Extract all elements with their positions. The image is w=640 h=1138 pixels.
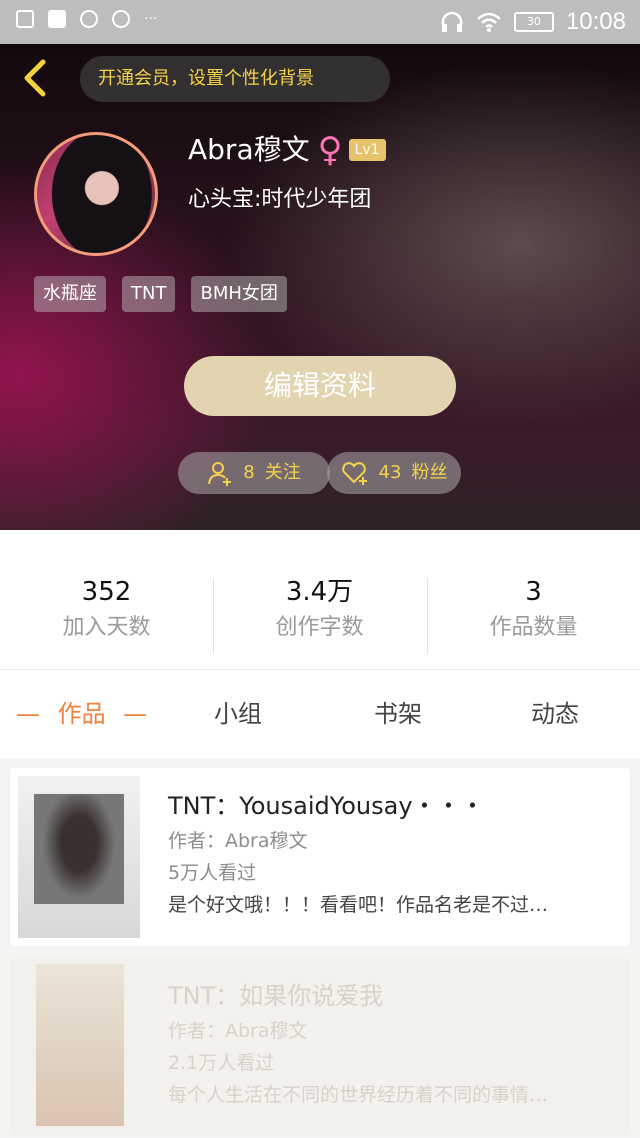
clock: 10:08	[565, 8, 626, 35]
book-desc: 每个人生活在不同的世界经历着不同的事情…	[168, 1084, 549, 1106]
book-desc: 是个好文哦！！！看看吧！作品名老是不过…	[168, 894, 549, 916]
stat-value: 3.4万	[285, 577, 354, 607]
level-badge: Lv1	[348, 139, 386, 161]
tag-item[interactable]: TNT	[122, 276, 176, 312]
stats-panel: 352 加入天数 3.4万 创作字数 3 作品数量	[0, 530, 640, 670]
book-cover	[18, 776, 140, 938]
follow-label: 关注	[264, 462, 301, 483]
tab-works[interactable]: — 作品 —	[16, 670, 147, 758]
square-icon	[48, 10, 66, 28]
heart-plus-icon	[341, 462, 367, 485]
wifi-icon	[477, 12, 501, 32]
tab-groups[interactable]: 小组	[214, 670, 262, 758]
username: Abra穆文	[188, 133, 310, 166]
fans-count: 43	[378, 462, 402, 483]
follow-count: 8	[243, 462, 255, 483]
chevron-left-icon	[24, 59, 46, 97]
edit-profile-button[interactable]: 编辑资料	[184, 356, 456, 416]
female-icon: ♀	[317, 130, 343, 170]
active-dash-right: —	[123, 700, 148, 728]
book-author: 作者：Abra穆文	[168, 830, 308, 852]
stat-works: 3 作品数量	[427, 576, 640, 646]
book-views: 2.1万人看过	[168, 1052, 275, 1074]
status-bar: ··· 30 10:08	[0, 0, 640, 44]
qq-icon	[112, 10, 130, 28]
fans-label: 粉丝	[411, 462, 448, 483]
profile-header: 开通会员，设置个性化背景 Abra穆文 ♀ Lv1 心头宝:时代少年团 水瓶座 …	[0, 44, 640, 530]
work-card[interactable]: TNT：如果你说爱我 作者：Abra穆文 2.1万人看过 每个人生活在不同的世界…	[10, 958, 630, 1136]
headset-icon	[441, 11, 463, 32]
cover-image	[34, 794, 124, 904]
stat-words: 3.4万 创作字数	[213, 576, 426, 646]
tab-activity[interactable]: 动态	[531, 670, 579, 758]
avatar[interactable]	[34, 132, 158, 256]
stat-value: 3	[525, 577, 542, 607]
back-button[interactable]	[14, 58, 54, 102]
tag-item[interactable]: BMH女团	[191, 276, 287, 312]
username-row: Abra穆文 ♀ Lv1	[188, 132, 386, 168]
tab-bar: — 作品 — 小组 书架 动态	[0, 670, 640, 758]
book-author: 作者：Abra穆文	[168, 1020, 308, 1042]
more-notifications-icon: ···	[144, 11, 158, 27]
fans-button[interactable]: 43 粉丝	[327, 452, 461, 494]
user-plus-icon	[208, 462, 232, 486]
book-title: TNT：如果你说爱我	[168, 982, 384, 1010]
follow-button[interactable]: 8 关注	[178, 452, 330, 494]
tag-list: 水瓶座 TNT BMH女团	[34, 276, 287, 312]
tab-bookshelf[interactable]: 书架	[374, 670, 422, 758]
status-left-icons: ···	[16, 10, 157, 28]
stat-label: 创作字数	[275, 615, 364, 640]
stat-value: 352	[81, 577, 132, 607]
image-icon	[16, 10, 34, 28]
stat-label: 作品数量	[489, 615, 578, 640]
book-title: TNT：YousaidYousay・・・	[168, 792, 485, 820]
status-right-icons: 30 10:08	[440, 6, 626, 38]
search-icon	[80, 10, 98, 28]
active-dash-left: —	[16, 700, 40, 728]
work-card[interactable]: TNT：YousaidYousay・・・ 作者：Abra穆文 5万人看过 是个好…	[10, 768, 630, 946]
book-views: 5万人看过	[168, 862, 257, 884]
stat-label: 加入天数	[62, 615, 151, 640]
book-cover	[36, 964, 124, 1126]
battery-icon: 30	[513, 12, 554, 32]
heart-idol: 心头宝:时代少年团	[188, 187, 372, 212]
tag-item[interactable]: 水瓶座	[34, 276, 106, 312]
stat-days: 352 加入天数	[0, 576, 213, 646]
vip-banner[interactable]: 开通会员，设置个性化背景	[80, 56, 390, 102]
tab-label: 作品	[57, 700, 106, 728]
